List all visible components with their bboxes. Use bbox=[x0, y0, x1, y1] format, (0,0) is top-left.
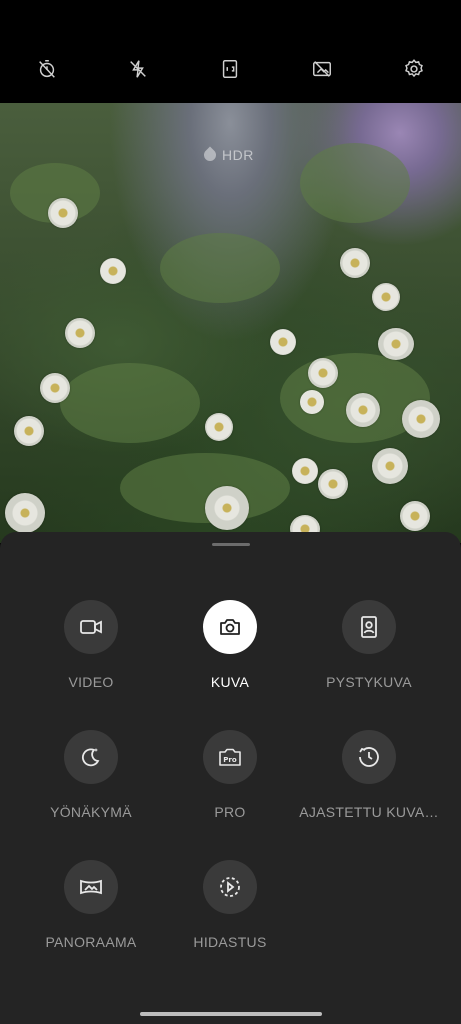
mode-night[interactable]: YÖNÄKYMÄ bbox=[16, 730, 166, 820]
mode-portrait[interactable]: PYSTYKUVA bbox=[294, 600, 444, 690]
mode-label: AJASTETTU KUVA… bbox=[299, 804, 439, 820]
camera-icon[interactable] bbox=[203, 600, 257, 654]
pro-icon[interactable]: Pro bbox=[203, 730, 257, 784]
aspect-ratio-icon[interactable] bbox=[218, 57, 242, 81]
mode-label: PRO bbox=[214, 804, 246, 820]
timer-off-icon[interactable] bbox=[35, 57, 59, 81]
mode-label: YÖNÄKYMÄ bbox=[50, 804, 132, 820]
mode-label: KUVA bbox=[210, 674, 250, 690]
mode-photo[interactable]: KUVA bbox=[155, 600, 305, 690]
settings-icon[interactable] bbox=[402, 57, 426, 81]
mode-label: PANORAAMA bbox=[45, 934, 137, 950]
camera-top-bar bbox=[0, 0, 461, 103]
mode-label: HIDASTUS bbox=[193, 934, 267, 950]
timelapse-icon[interactable] bbox=[342, 730, 396, 784]
mode-pro[interactable]: Pro PRO bbox=[155, 730, 305, 820]
hdr-indicator[interactable]: HDR bbox=[201, 146, 254, 164]
hdr-icon bbox=[201, 146, 219, 164]
svg-text:Pro: Pro bbox=[223, 756, 237, 764]
mode-timelapse[interactable]: AJASTETTU KUVA… bbox=[294, 730, 444, 820]
camera-modes-sheet: VIDEO KUVA PYSTYKUVA YÖNÄKYMÄ Pro PRO AJ… bbox=[0, 532, 461, 1024]
video-icon[interactable] bbox=[64, 600, 118, 654]
slow-motion-icon[interactable] bbox=[203, 860, 257, 914]
sheet-drag-handle[interactable] bbox=[212, 543, 250, 546]
panorama-icon[interactable] bbox=[64, 860, 118, 914]
mode-video[interactable]: VIDEO bbox=[16, 600, 166, 690]
mode-label: VIDEO bbox=[68, 674, 114, 690]
night-icon[interactable] bbox=[64, 730, 118, 784]
hdr-label: HDR bbox=[222, 147, 254, 163]
mode-panorama[interactable]: PANORAAMA bbox=[16, 860, 166, 950]
mode-slow-motion[interactable]: HIDASTUS bbox=[155, 860, 305, 950]
portrait-icon[interactable] bbox=[342, 600, 396, 654]
camera-viewfinder[interactable]: HDR bbox=[0, 103, 461, 543]
filter-off-icon[interactable] bbox=[310, 57, 334, 81]
flash-off-icon[interactable] bbox=[126, 57, 150, 81]
gesture-navigation-bar[interactable] bbox=[140, 1012, 322, 1016]
mode-label: PYSTYKUVA bbox=[326, 674, 412, 690]
